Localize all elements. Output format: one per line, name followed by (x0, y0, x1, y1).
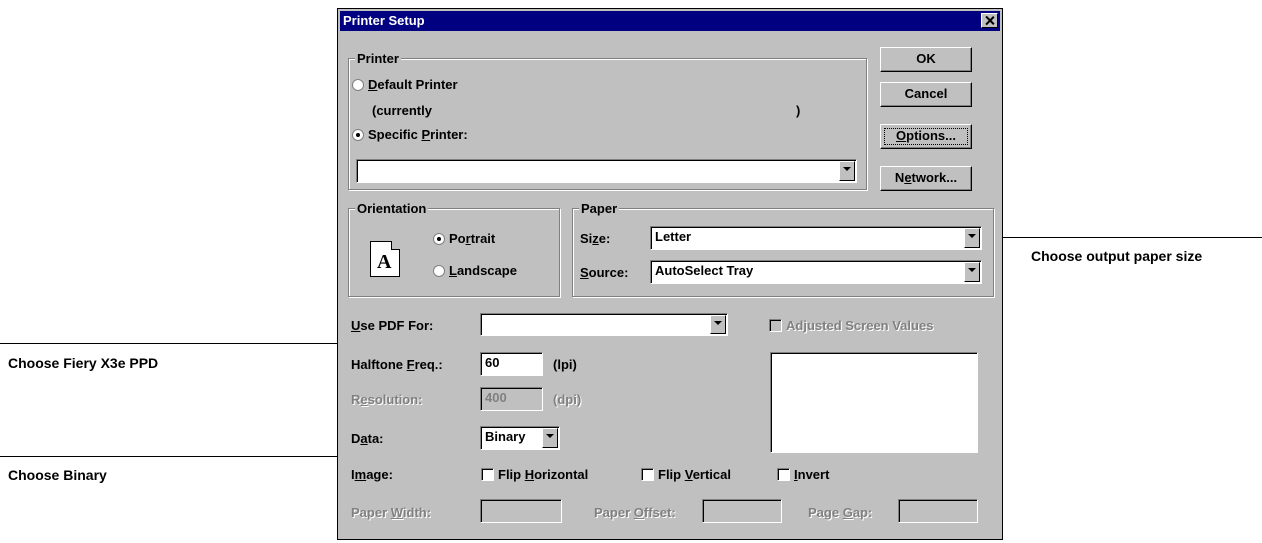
currently-close-paren: ) (796, 103, 801, 118)
close-button[interactable] (981, 13, 998, 28)
network-button[interactable]: Network... (880, 166, 972, 191)
callout-paper-size: Choose output paper size (1031, 248, 1203, 264)
paper-size-select[interactable]: Letter (650, 226, 982, 250)
paper-offset-input[interactable] (702, 499, 782, 523)
printer-setup-dialog: Printer Setup Printer Default Printer (c… (337, 8, 1003, 540)
chevron-down-icon[interactable] (964, 228, 980, 248)
portrait-label[interactable]: Portrait (449, 231, 495, 246)
flip-vertical-label[interactable]: Flip Vertical (658, 467, 731, 482)
resolution-unit: (dpi) (553, 392, 582, 407)
specific-printer-radio[interactable] (352, 129, 364, 141)
halftone-unit: (lpi) (553, 357, 577, 372)
callout-ppd: Choose Fiery X3e PPD (8, 355, 159, 371)
paper-source-label: Source: (580, 265, 629, 280)
paper-group-legend: Paper (579, 201, 620, 216)
flip-horizontal-label[interactable]: Flip Horizontal (498, 467, 588, 482)
cancel-button[interactable]: Cancel (880, 82, 972, 107)
specific-printer-select[interactable] (356, 159, 857, 183)
chevron-down-icon[interactable] (710, 315, 726, 334)
printer-group-legend: Printer (355, 51, 401, 66)
page-gap-label: Page Gap: (808, 505, 873, 520)
portrait-radio[interactable] (433, 233, 445, 245)
paper-width-label: Paper Width: (351, 505, 432, 520)
paper-size-label: Size: (580, 231, 611, 246)
chevron-down-icon[interactable] (839, 161, 855, 181)
landscape-label[interactable]: Landscape (449, 263, 517, 278)
page-gap-input[interactable] (898, 499, 978, 523)
use-pdf-label: Use PDF For: (351, 318, 434, 333)
callout-line-paper-size (980, 237, 1262, 238)
halftone-input[interactable]: 60 (480, 352, 543, 376)
currently-label: (currently (372, 103, 432, 118)
resolution-input[interactable]: 400 (480, 387, 543, 411)
paper-offset-label: Paper Offset: (594, 505, 676, 520)
halftone-label: Halftone Freq.: (351, 357, 443, 372)
callout-binary: Choose Binary (8, 467, 107, 483)
image-label: Image: (351, 467, 393, 482)
default-printer-label[interactable]: Default Printer (368, 77, 458, 92)
flip-horizontal-checkbox[interactable] (481, 468, 494, 481)
specific-printer-label[interactable]: Specific Printer: (368, 127, 468, 142)
flip-vertical-checkbox[interactable] (641, 468, 654, 481)
paper-source-select[interactable]: AutoSelect Tray (650, 260, 982, 284)
use-pdf-select[interactable] (480, 313, 728, 336)
default-printer-radio[interactable] (352, 79, 364, 91)
paper-width-input[interactable] (480, 499, 562, 523)
title-bar[interactable]: Printer Setup (340, 11, 1000, 31)
adjusted-screen-label: Adjusted Screen Values (786, 318, 934, 333)
options-button[interactable]: Options... (880, 124, 972, 149)
chevron-down-icon[interactable] (542, 428, 558, 448)
data-label: Data: (351, 431, 384, 446)
orientation-group-legend: Orientation (355, 201, 429, 216)
adjusted-screen-checkbox[interactable] (769, 319, 782, 332)
data-select[interactable]: Binary (480, 426, 560, 450)
invert-label[interactable]: Invert (794, 467, 829, 482)
document-portrait-icon: A (370, 241, 400, 277)
invert-checkbox[interactable] (777, 468, 790, 481)
chevron-down-icon[interactable] (964, 262, 980, 282)
resolution-label: Resolution: (351, 392, 423, 407)
preview-box (770, 352, 978, 453)
ok-button[interactable]: OK (880, 47, 972, 72)
landscape-radio[interactable] (433, 265, 445, 277)
dialog-title: Printer Setup (343, 13, 425, 28)
